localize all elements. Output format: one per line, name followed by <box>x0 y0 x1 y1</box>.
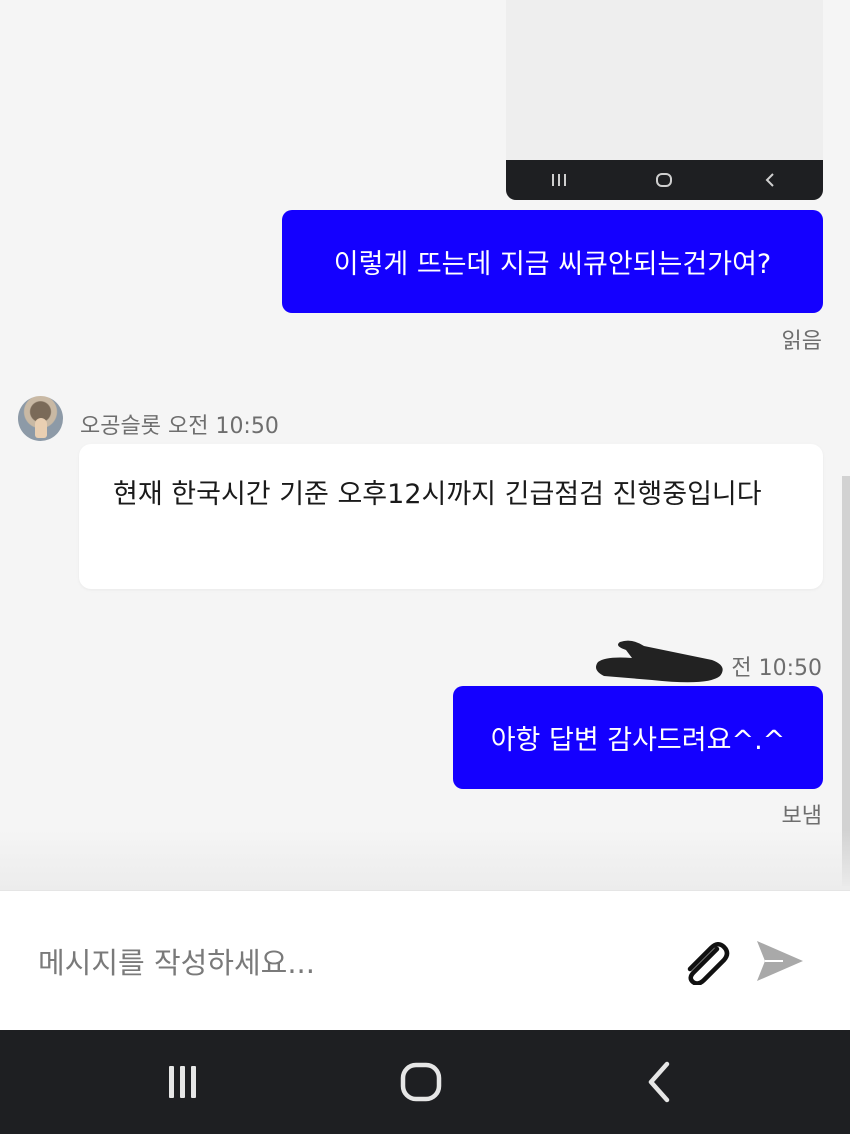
back-button[interactable] <box>630 1052 690 1112</box>
sender-avatar[interactable] <box>18 396 63 441</box>
read-status: 읽음 <box>781 329 822 354</box>
sender-meta: 오공슬롯 오전 10:50 <box>80 408 279 440</box>
redaction-mark <box>596 640 723 683</box>
attachment-nav-bar <box>506 160 823 200</box>
send-icon <box>757 941 803 981</box>
message-text: 현재 한국시간 기준 오후12시까지 긴급점검 진행중입니다 <box>113 479 762 510</box>
avatar-figure <box>35 418 47 438</box>
image-attachment[interactable] <box>506 0 823 200</box>
outgoing-message[interactable]: 아항 답변 감사드려요^.^ <box>453 686 823 789</box>
message-time: 오전 10:50 <box>167 414 279 439</box>
paperclip-icon <box>687 942 730 985</box>
sender-name: 오공슬롯 <box>80 414 161 439</box>
send-button[interactable] <box>750 934 810 988</box>
recents-button[interactable] <box>153 1052 213 1112</box>
home-icon <box>644 160 684 200</box>
recents-icon <box>169 1066 196 1098</box>
home-icon <box>400 1062 442 1102</box>
message-time: 전 10:50 <box>731 656 822 681</box>
message-text: 아항 답변 감사드려요^.^ <box>490 725 786 756</box>
back-icon <box>648 1061 670 1103</box>
chat-screen: 이렇게 뜨는데 지금 씨큐안되는건가여? 읽음 오공슬롯 오전 10:50 현재… <box>0 0 850 1134</box>
recents-icon <box>539 160 579 200</box>
sent-status: 보냄 <box>781 804 822 829</box>
attach-button[interactable] <box>678 936 732 988</box>
outgoing-message[interactable]: 이렇게 뜨는데 지금 씨큐안되는건가여? <box>282 210 823 313</box>
message-text: 이렇게 뜨는데 지금 씨큐안되는건가여? <box>333 249 772 280</box>
message-input[interactable] <box>38 935 638 991</box>
system-nav-bar <box>0 1030 850 1134</box>
scroll-fade <box>0 830 850 890</box>
back-icon <box>750 160 790 200</box>
scrollbar[interactable] <box>842 476 850 886</box>
home-button[interactable] <box>391 1052 451 1112</box>
incoming-message[interactable]: 현재 한국시간 기준 오후12시까지 긴급점검 진행중입니다 <box>79 444 823 589</box>
